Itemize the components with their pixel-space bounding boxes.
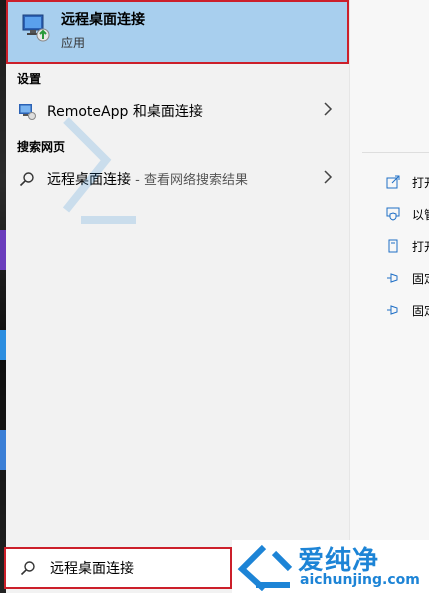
details-pane: 打开 以管理员身份运行 打开文件位置 固定到开始屏幕 固定到任务栏 (349, 0, 429, 540)
file-location-icon (386, 238, 400, 254)
logo-mark-icon (237, 544, 293, 591)
chevron-right-icon[interactable] (323, 102, 333, 120)
search-box[interactable] (4, 547, 232, 589)
best-match-title: 远程桌面连接 (61, 12, 145, 28)
action-label: 打开文件位置 (412, 239, 429, 254)
web-search-label: 远程桌面连接 - 查看网络搜索结果 (47, 169, 248, 189)
search-icon (20, 559, 38, 577)
settings-heading: 设置 (17, 72, 42, 86)
details-divider (362, 152, 429, 153)
action-label: 固定到开始屏幕 (412, 271, 429, 286)
remote-desktop-icon (20, 12, 50, 42)
action-run-as-admin[interactable]: 以管理员身份运行 (386, 204, 429, 224)
action-open[interactable]: 打开 (386, 172, 429, 192)
web-search-heading: 搜索网页 (17, 140, 66, 154)
pin-icon (386, 302, 400, 318)
action-label: 固定到任务栏 (412, 303, 429, 318)
logo-url-text: aichunjing.com (300, 572, 420, 588)
settings-item-label: RemoteApp 和桌面连接 (47, 104, 203, 120)
search-icon (17, 169, 37, 189)
best-match-item[interactable]: 远程桌面连接 应用 (6, 0, 349, 64)
search-results-pane: 远程桌面连接 应用 设置 RemoteApp 和桌面连接 搜索网页 远程桌面连接… (6, 0, 349, 540)
action-label: 以管理员身份运行 (412, 207, 429, 222)
action-open-file-location[interactable]: 打开文件位置 (386, 236, 429, 256)
watermark-logo: 爱纯净 aichunjing.com (232, 540, 429, 593)
web-search-suffix: - 查看网络搜索结果 (131, 173, 248, 188)
remoteapp-icon (17, 101, 37, 121)
pin-icon (386, 270, 400, 286)
action-label: 打开 (412, 175, 429, 190)
action-pin-to-start[interactable]: 固定到开始屏幕 (386, 268, 429, 288)
search-input[interactable] (48, 559, 222, 577)
shield-icon (386, 206, 400, 222)
settings-item-remoteapp[interactable]: RemoteApp 和桌面连接 (6, 93, 349, 129)
chevron-right-icon[interactable] (323, 170, 333, 188)
best-match-subtitle: 应用 (61, 36, 86, 50)
web-search-query: 远程桌面连接 (47, 172, 131, 188)
open-icon (386, 174, 400, 190)
action-pin-to-taskbar[interactable]: 固定到任务栏 (386, 300, 429, 320)
web-search-item[interactable]: 远程桌面连接 - 查看网络搜索结果 (6, 161, 349, 197)
